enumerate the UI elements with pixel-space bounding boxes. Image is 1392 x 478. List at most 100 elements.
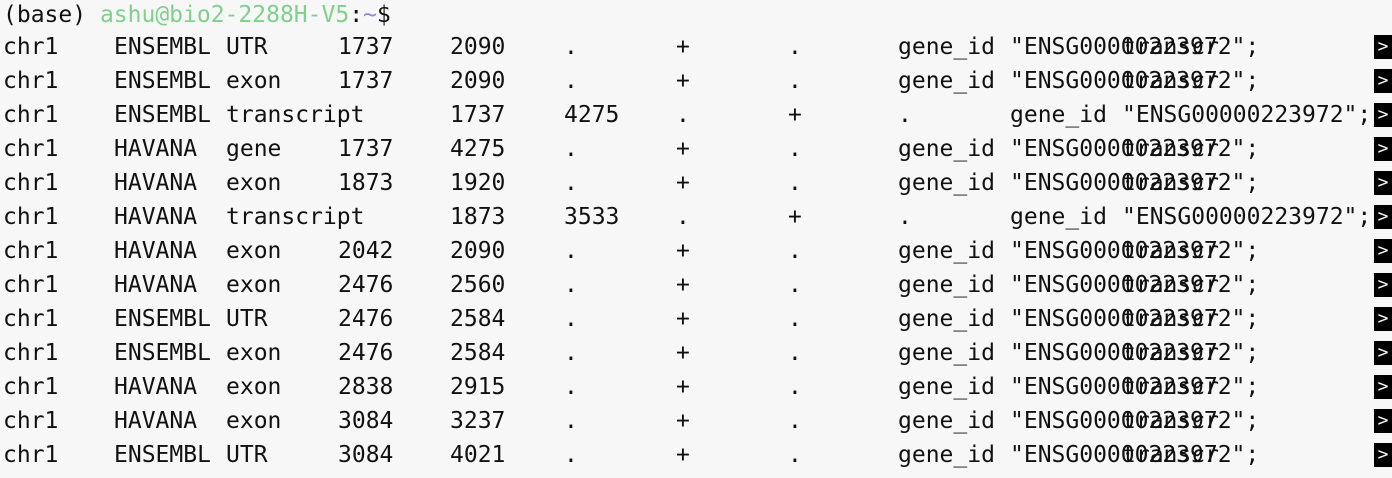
end-cell: 4275 [564, 102, 620, 128]
output-line: chr1 HAVANA transcript 1873 3533. +. gene_id "E… [0, 200, 1392, 234]
output-line: chr1 ENSEMBL UTR 1737 2090. +. gene_id "ENSG000… [0, 30, 1392, 64]
score-cell: . [564, 374, 578, 400]
strand-cell: + [676, 408, 690, 434]
output-line: chr1 HAVANA exon 2476 2560. +. gene_id "ENSG000… [0, 268, 1392, 302]
line-overflow-marker: > [1374, 273, 1392, 297]
seqname-cell: chr1 [3, 340, 59, 366]
strand-cell: + [676, 68, 690, 94]
source-cell: ENSEMBL [114, 102, 211, 128]
source-cell: ENSEMBL [114, 34, 211, 60]
feature-cell: exon [226, 170, 282, 196]
end-cell: 2584 [450, 340, 506, 366]
attr-key-cell: gene_id [898, 68, 995, 94]
gtf-output: chr1 ENSEMBL UTR 1737 2090. +. gene_id "ENSG000… [0, 30, 1392, 472]
start-cell: 3084 [338, 408, 394, 434]
frame-cell: . [788, 340, 802, 366]
feature-cell: UTR [226, 34, 268, 60]
end-cell: 2560 [450, 272, 506, 298]
frame-cell: . [788, 170, 802, 196]
end-cell: 1920 [450, 170, 506, 196]
frame-cell: . [788, 306, 802, 332]
attr-key-cell: gene_id [898, 34, 995, 60]
line-overflow-marker: > [1374, 341, 1392, 365]
output-line: chr1 ENSEMBL UTR 2476 2584. +. gene_id "ENSG000… [0, 302, 1392, 336]
frame-cell: . [788, 136, 802, 162]
attr-next-cell: transcr [1122, 306, 1219, 332]
score-cell: . [564, 34, 578, 60]
feature-cell: UTR [226, 306, 268, 332]
score-cell: . [676, 102, 690, 128]
frame-cell: . [788, 408, 802, 434]
attr-key-cell: gene_id [1010, 204, 1107, 230]
frame-cell: . [898, 102, 912, 128]
output-line: chr1 ENSEMBL exon 1737 2090. +. gene_id "ENSG00… [0, 64, 1392, 98]
line-overflow-marker: > [1374, 205, 1392, 229]
seqname-cell: chr1 [3, 374, 59, 400]
start-cell: 1873 [338, 170, 394, 196]
attr-next-cell: transcr [1122, 170, 1219, 196]
start-cell: 1737 [450, 102, 506, 128]
attr-key-cell: gene_id [898, 170, 995, 196]
score-cell: . [564, 442, 578, 468]
strand-cell: + [676, 272, 690, 298]
score-cell: . [564, 272, 578, 298]
output-line: chr1 ENSEMBL transcript 1737 4275. +. gene_id "… [0, 98, 1392, 132]
source-cell: HAVANA [114, 408, 198, 434]
feature-cell: transcript [226, 102, 365, 128]
attr-next-cell: transcr [1122, 34, 1219, 60]
end-cell: 2090 [450, 34, 506, 60]
seqname-cell: chr1 [3, 306, 59, 332]
line-overflow-marker: > [1374, 375, 1392, 399]
attr-next-cell: transcr [1122, 374, 1219, 400]
start-cell: 2476 [338, 340, 394, 366]
attr-next-cell: transcr [1122, 340, 1219, 366]
seqname-cell: chr1 [3, 442, 59, 468]
feature-cell: exon [226, 68, 282, 94]
line-overflow-marker: > [1374, 307, 1392, 331]
seqname-cell: chr1 [3, 408, 59, 434]
start-cell: 2476 [338, 272, 394, 298]
start-cell: 1737 [338, 34, 394, 60]
attr-next-cell: transcr [1122, 442, 1219, 468]
attr-next-cell: transcr [1122, 136, 1219, 162]
end-cell: 2090 [450, 238, 506, 264]
strand-cell: + [676, 442, 690, 468]
attr-key-cell: gene_id [898, 136, 995, 162]
attr-key-cell: gene_id [1010, 102, 1107, 128]
attr-next-cell: transcr [1122, 238, 1219, 264]
end-cell: 2090 [450, 68, 506, 94]
frame-cell: . [788, 442, 802, 468]
prompt-symbol: $ [376, 2, 391, 28]
attr-next-cell: transcr [1122, 68, 1219, 94]
strand-cell: + [676, 170, 690, 196]
start-cell: 1737 [338, 68, 394, 94]
prompt-separator: : [349, 2, 364, 28]
attr-key-cell: gene_id [898, 374, 995, 400]
feature-cell: exon [226, 408, 282, 434]
attr-next-cell: transcr [1122, 408, 1219, 434]
feature-cell: exon [226, 340, 282, 366]
strand-cell: + [676, 34, 690, 60]
frame-cell: . [788, 68, 802, 94]
attr-key-cell: gene_id [898, 340, 995, 366]
output-line: chr1 HAVANA gene 1737 4275. +. gene_id "ENSG000… [0, 132, 1392, 166]
strand-cell: + [676, 340, 690, 366]
output-line: chr1 ENSEMBL exon 2476 2584. +. gene_id "ENSG00… [0, 336, 1392, 370]
score-cell: . [676, 204, 690, 230]
strand-cell: + [676, 374, 690, 400]
terminal-window[interactable]: (base) ashu@bio2-2288H-V5:~$ chr1 ENSEMBL… [0, 0, 1392, 478]
attr-key-cell: gene_id [898, 306, 995, 332]
source-cell: ENSEMBL [114, 306, 211, 332]
line-overflow-marker: > [1374, 103, 1392, 127]
line-overflow-marker: > [1374, 443, 1392, 467]
start-cell: 3084 [338, 442, 394, 468]
score-cell: . [564, 238, 578, 264]
feature-cell: transcript [226, 204, 365, 230]
source-cell: HAVANA [114, 272, 198, 298]
attr-value-cell: "ENSG00000223972"; [1122, 204, 1372, 230]
score-cell: . [564, 136, 578, 162]
user-host: ashu@bio2-2288H-V5 [99, 2, 350, 28]
source-cell: HAVANA [114, 374, 198, 400]
end-cell: 3237 [450, 408, 506, 434]
score-cell: . [564, 340, 578, 366]
